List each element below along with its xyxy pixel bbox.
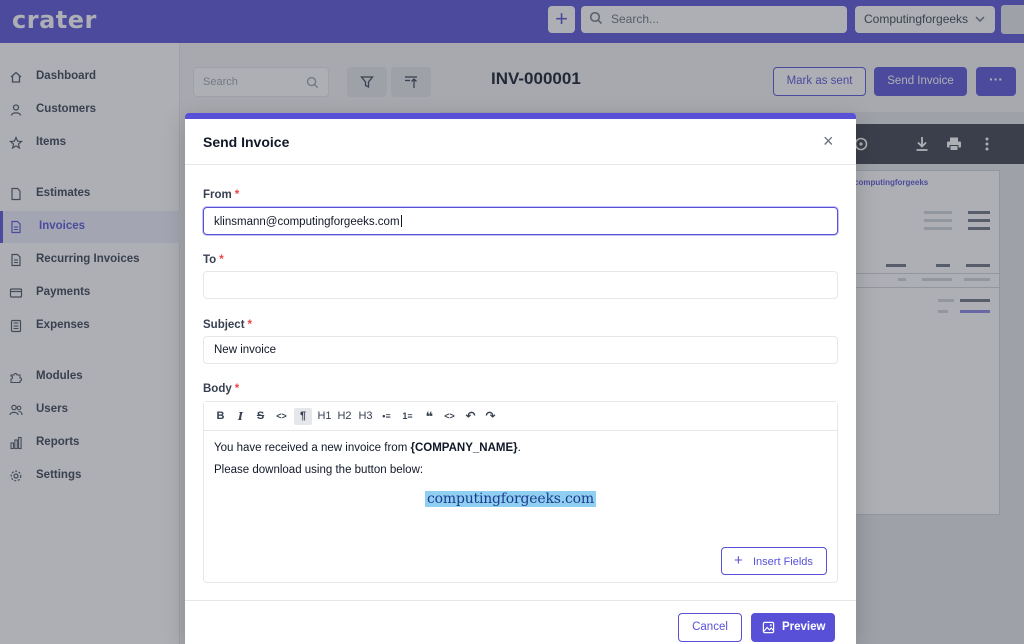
plus-icon: + [734,552,743,569]
from-label-text: From [203,189,232,201]
blockquote-button[interactable]: ❝ [422,408,437,425]
close-icon[interactable]: × [823,132,834,150]
body-paragraph-1: You have received a new invoice from {CO… [214,442,521,454]
required-mark: * [219,254,224,266]
to-label: To * [203,254,224,266]
bold-button[interactable]: B [213,408,228,425]
from-email-field[interactable]: klinsmann@computingforgeeks.com [203,207,838,235]
body-paragraph-2: Please download using the button below: [214,464,424,476]
watermark: computingforgeeks.com [425,491,596,507]
insert-fields-label: Insert Fields [753,556,813,568]
subject-field[interactable]: New invoice [203,336,838,364]
ordered-list-button[interactable]: 1≡ [400,408,415,425]
editor-content[interactable]: You have received a new invoice from {CO… [214,442,521,486]
subject-label-text: Subject [203,319,245,331]
body-editor[interactable]: B I S <> ¶ H1 H2 H3 •≡ 1≡ ❝ <> ↶ ↷ You h… [203,401,838,583]
image-icon [762,621,775,634]
from-email-value: klinsmann@computingforgeeks.com [214,215,402,228]
insert-fields-button[interactable]: + Insert Fields [721,547,827,575]
strikethrough-button[interactable]: S [253,408,268,425]
send-invoice-modal: Send Invoice × From * klinsmann@computing… [185,113,856,644]
required-mark: * [234,189,240,201]
inline-code-button[interactable]: <> [274,408,289,425]
from-email-text: klinsmann@computingforgeeks.com [214,216,400,228]
preview-label: Preview [782,621,826,633]
subject-label: Subject * [203,319,252,331]
modal-header: Send Invoice × [185,119,856,165]
paragraph-button[interactable]: ¶ [294,408,312,425]
required-mark: * [247,319,253,331]
to-email-field[interactable] [203,271,838,299]
undo-button[interactable]: ↶ [463,408,478,425]
company-name-field-token: {COMPANY_NAME} [410,442,518,454]
redo-button[interactable]: ↷ [483,408,498,425]
bullet-list-button[interactable]: •≡ [379,408,394,425]
to-label-text: To [203,254,217,266]
preview-button[interactable]: Preview [751,613,835,642]
editor-toolbar: B I S <> ¶ H1 H2 H3 •≡ 1≡ ❝ <> ↶ ↷ [204,402,837,431]
text-caret [400,215,402,227]
body-text: . [517,442,521,454]
heading-1-button[interactable]: H1 [317,408,332,425]
code-block-button[interactable]: <> [442,408,457,425]
italic-button[interactable]: I [233,408,248,425]
subject-value: New invoice [214,344,276,356]
modal-footer: Cancel Preview [185,600,856,644]
required-mark: * [234,383,240,395]
body-label: Body * [203,383,239,395]
heading-2-button[interactable]: H2 [337,408,352,425]
body-label-text: Body [203,383,232,395]
modal-title: Send Invoice [203,134,290,150]
body-text: You have received a new invoice from [214,442,411,454]
cancel-button[interactable]: Cancel [678,613,742,642]
heading-3-button[interactable]: H3 [358,408,373,425]
from-label: From * [203,189,239,201]
